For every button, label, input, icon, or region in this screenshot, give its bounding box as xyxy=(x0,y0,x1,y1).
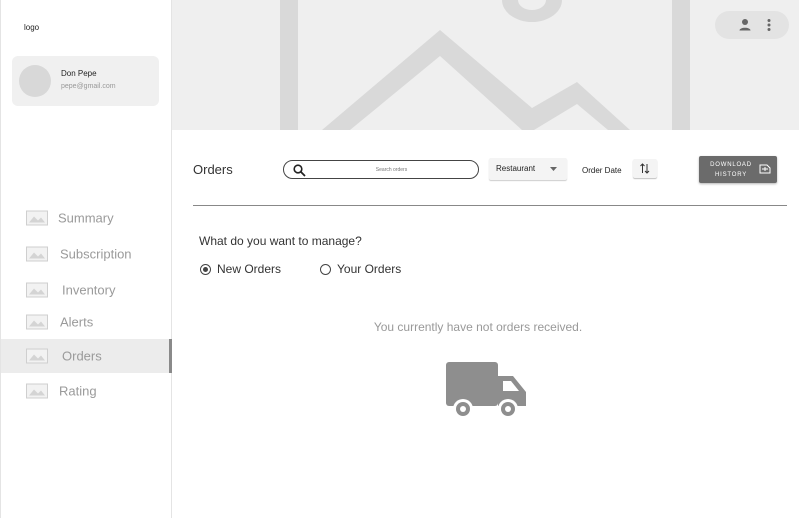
sidebar-item-label: Rating xyxy=(59,383,97,399)
restaurant-select[interactable]: Restaurant xyxy=(489,158,567,180)
sidebar-item-label: Orders xyxy=(62,348,102,364)
truck-icon xyxy=(446,362,526,419)
search-bar[interactable] xyxy=(283,160,479,179)
header-actions xyxy=(715,11,789,39)
header-banner xyxy=(172,0,799,130)
sidebar-item-inventory[interactable]: Inventory xyxy=(1,273,172,307)
image-placeholder-icon xyxy=(26,282,48,298)
sidebar-item-summary[interactable]: Summary xyxy=(1,201,172,235)
search-icon xyxy=(293,164,306,177)
radio-label: New Orders xyxy=(217,262,282,276)
empty-state-message: You currently have not orders received. xyxy=(373,320,583,334)
sidebar-item-label: Inventory xyxy=(62,282,116,298)
radio-unselected-icon xyxy=(320,264,331,275)
download-history-button[interactable]: DOWNLOAD HISTORY xyxy=(699,156,777,183)
radio-new-orders[interactable]: New Orders xyxy=(200,262,295,276)
radio-selected-icon xyxy=(200,264,211,275)
user-email: pepe@gmail.com xyxy=(61,83,116,90)
sidebar-item-orders[interactable]: Orders xyxy=(1,339,172,373)
image-placeholder-icon xyxy=(26,314,48,330)
user-card[interactable]: Don Pepe pepe@gmail.com xyxy=(12,56,159,106)
radio-label: Your Orders xyxy=(337,262,402,276)
manage-question: What do you want to manage? xyxy=(199,234,362,248)
divider xyxy=(193,205,787,206)
image-placeholder-icon xyxy=(26,246,48,262)
image-placeholder-icon xyxy=(26,348,48,364)
caret-down-icon xyxy=(550,167,557,171)
download-file-icon xyxy=(759,164,771,174)
more-vert-icon[interactable] xyxy=(761,17,777,33)
search-input[interactable] xyxy=(314,163,469,176)
download-button-label: DOWNLOAD HISTORY xyxy=(710,162,752,178)
sidebar: logo Don Pepe pepe@gmail.com Summary Sub… xyxy=(0,0,172,518)
avatar xyxy=(19,65,51,97)
sidebar-item-label: Alerts xyxy=(60,314,94,330)
radio-your-orders[interactable]: Your Orders xyxy=(320,262,415,276)
sidebar-item-alerts[interactable]: Alerts xyxy=(1,305,172,339)
sort-label: Order Date xyxy=(582,166,622,175)
select-value: Restaurant xyxy=(496,164,536,173)
image-placeholder-icon xyxy=(26,210,48,226)
image-placeholder-icon xyxy=(26,383,48,399)
sort-arrows-icon xyxy=(640,163,650,174)
logo[interactable]: logo xyxy=(24,23,39,32)
user-name: Don Pepe xyxy=(61,69,97,78)
sidebar-item-label: Summary xyxy=(58,210,114,226)
person-icon[interactable] xyxy=(737,17,753,33)
sort-button[interactable] xyxy=(633,159,657,178)
page-title: Orders xyxy=(193,162,233,177)
sidebar-item-label: Subscription xyxy=(60,246,132,262)
sidebar-item-subscription[interactable]: Subscription xyxy=(1,237,172,271)
image-placeholder-icon xyxy=(280,0,690,130)
sidebar-item-rating[interactable]: Rating xyxy=(1,374,172,408)
